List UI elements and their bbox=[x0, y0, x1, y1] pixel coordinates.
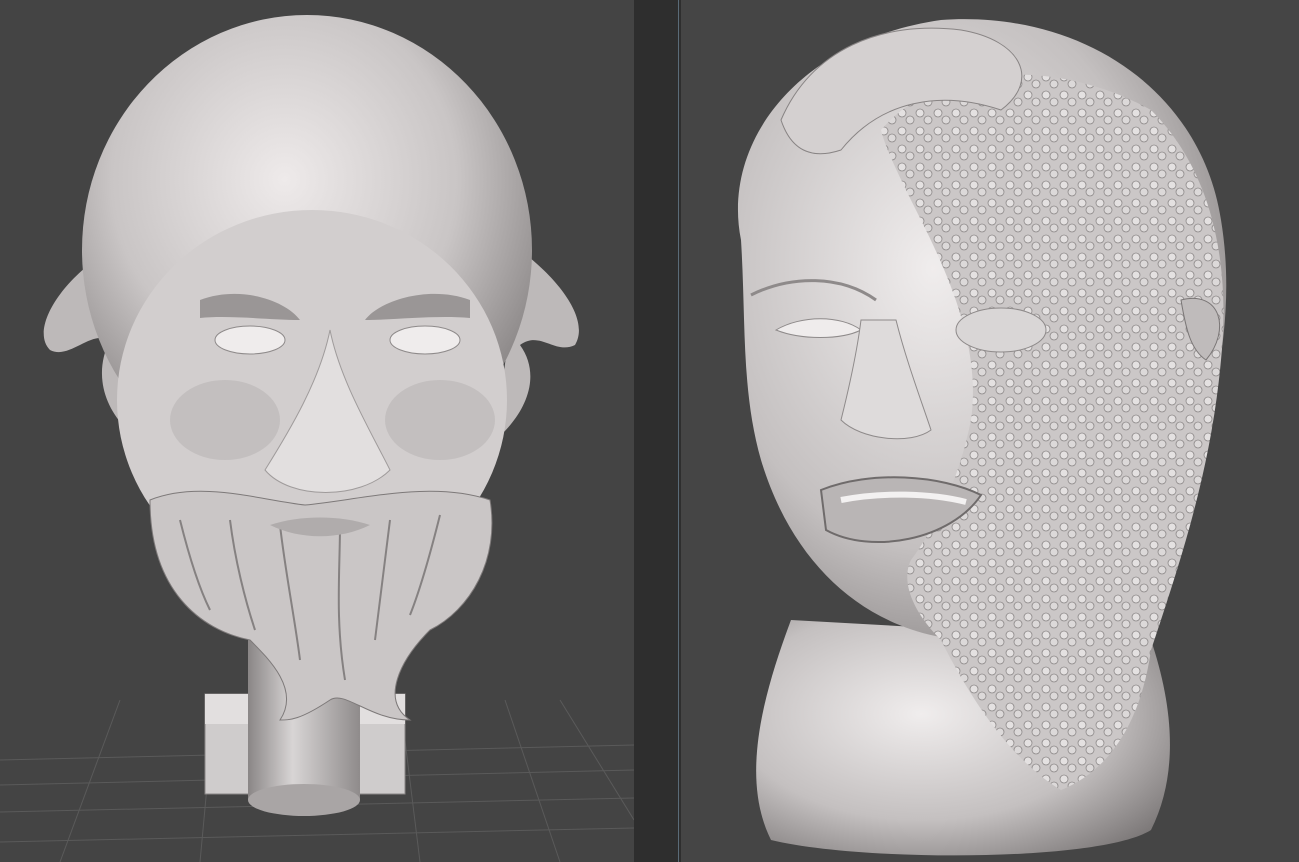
splitter-edge bbox=[678, 0, 679, 862]
viewport-right[interactable] bbox=[681, 0, 1299, 862]
viewport-left-canvas[interactable] bbox=[0, 0, 634, 862]
half-face-bust-model bbox=[737, 19, 1227, 856]
viewport-splitter[interactable] bbox=[634, 0, 681, 862]
viewport-left[interactable] bbox=[0, 0, 634, 862]
bearded-head-model bbox=[43, 15, 579, 721]
viewport-right-canvas[interactable] bbox=[681, 0, 1299, 862]
